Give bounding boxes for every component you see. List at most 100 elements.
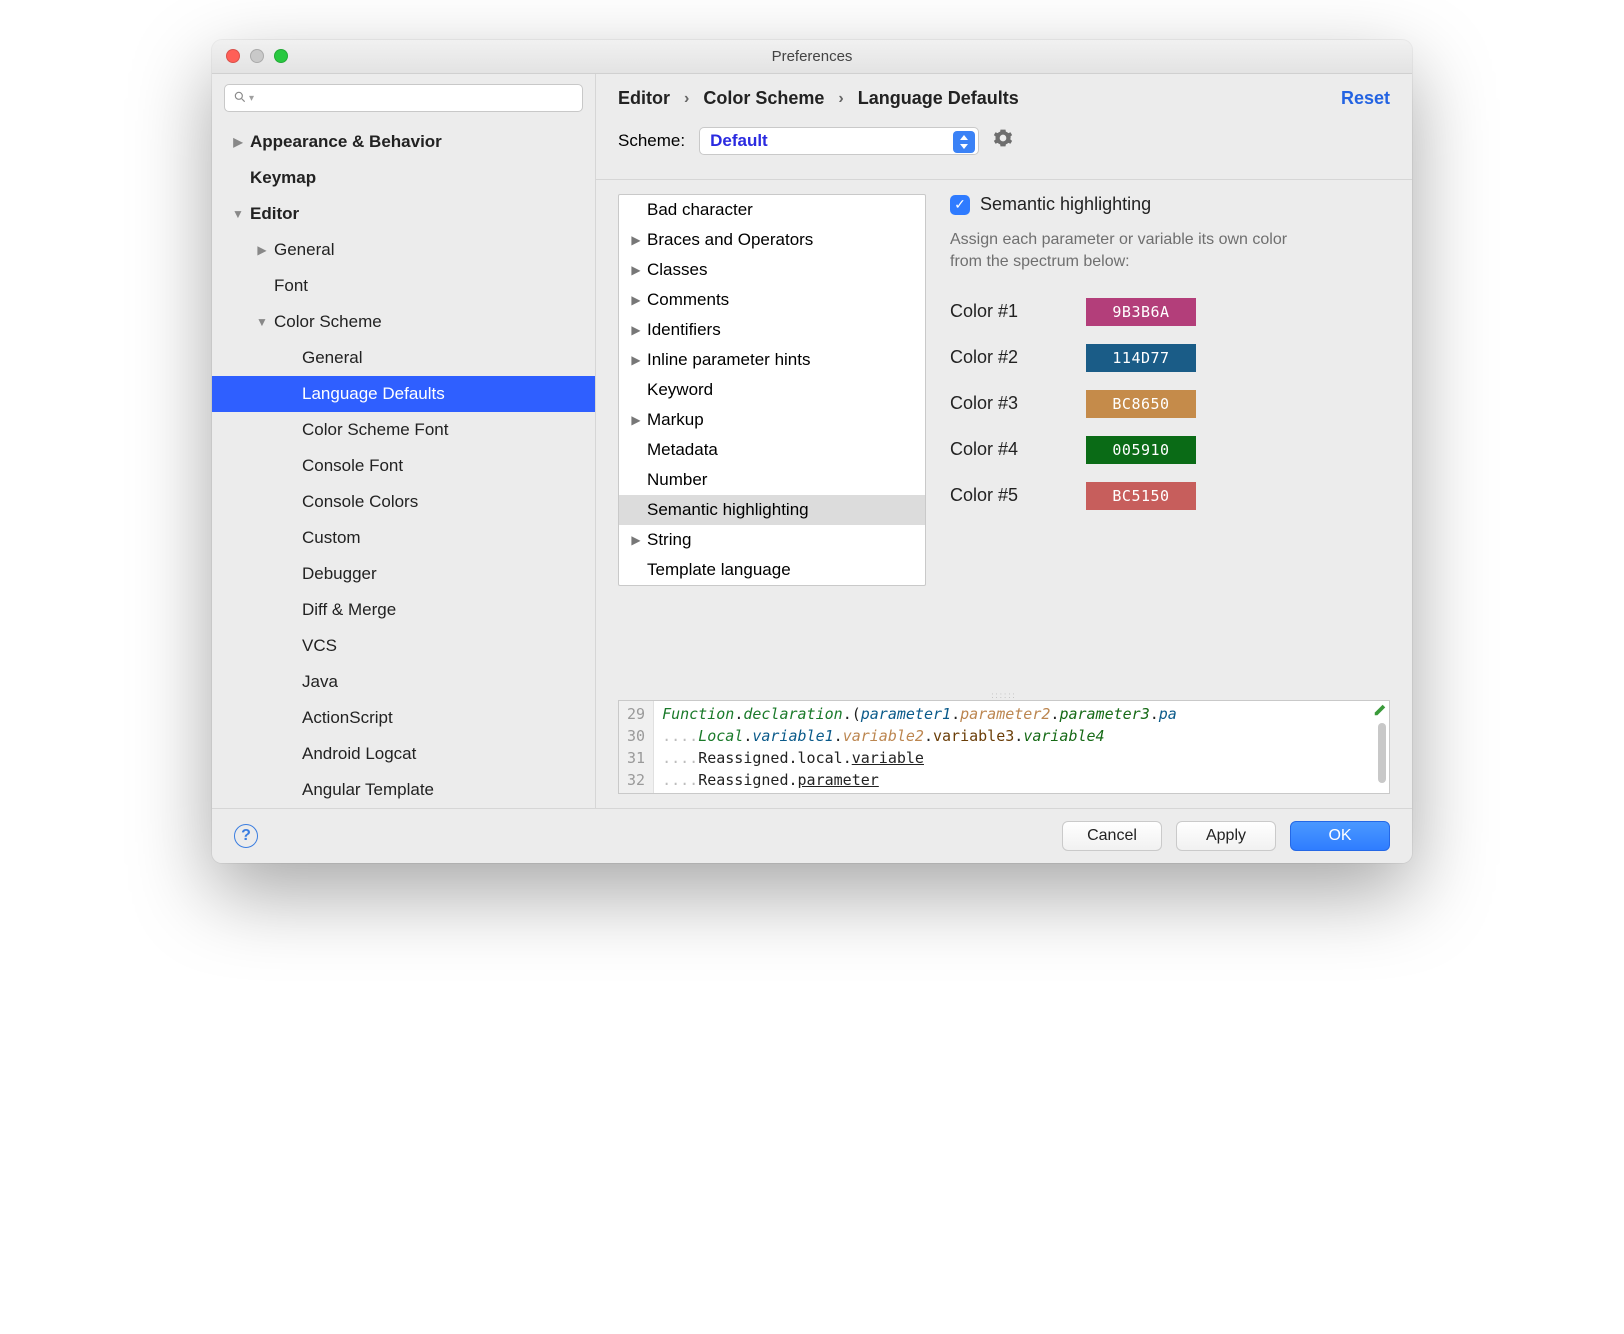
sidebar-item[interactable]: Language Defaults xyxy=(212,376,595,412)
sidebar-item-label: General xyxy=(298,348,362,368)
color-swatch[interactable]: 114D77 xyxy=(1086,344,1196,372)
sidebar-item[interactable]: ▼Color Scheme xyxy=(212,304,595,340)
chevron-down-icon: ▼ xyxy=(254,315,270,329)
crumb-color-scheme[interactable]: Color Scheme xyxy=(703,88,824,109)
category-item[interactable]: Number xyxy=(619,465,925,495)
color-label: Color #5 xyxy=(950,485,1060,506)
sidebar-item-label: Angular Template xyxy=(298,780,434,800)
ok-button[interactable]: OK xyxy=(1290,821,1390,851)
color-label: Color #1 xyxy=(950,301,1060,322)
chevron-right-icon: ▶ xyxy=(627,233,645,247)
chevron-right-icon: ▶ xyxy=(627,293,645,307)
cancel-button[interactable]: Cancel xyxy=(1062,821,1162,851)
sidebar-item[interactable]: Diff & Merge xyxy=(212,592,595,628)
updown-icon xyxy=(953,131,975,153)
category-item[interactable]: Metadata xyxy=(619,435,925,465)
edit-icon[interactable] xyxy=(1373,703,1387,717)
sidebar-item[interactable]: Keymap xyxy=(212,160,595,196)
color-row: Color #5 BC5150 xyxy=(950,482,1390,510)
code-area: Function.declaration.(parameter1.paramet… xyxy=(654,701,1389,793)
color-row: Color #1 9B3B6A xyxy=(950,298,1390,326)
search-icon xyxy=(233,90,247,107)
gutter: 29 30 31 32 xyxy=(619,701,654,793)
resize-handle[interactable]: :::::: xyxy=(618,690,1390,700)
sidebar-item-label: Diff & Merge xyxy=(298,600,396,620)
category-item[interactable]: ▶Comments xyxy=(619,285,925,315)
close-icon[interactable] xyxy=(226,49,240,63)
category-item[interactable]: Bad character xyxy=(619,195,925,225)
footer: ? Cancel Apply OK xyxy=(212,808,1412,863)
sidebar-item[interactable]: ▶General xyxy=(212,232,595,268)
chevron-down-icon: ▾ xyxy=(249,93,254,104)
sidebar-item[interactable]: VCS xyxy=(212,628,595,664)
sidebar-item[interactable]: Debugger xyxy=(212,556,595,592)
color-swatch[interactable]: 9B3B6A xyxy=(1086,298,1196,326)
sidebar-item-label: Appearance & Behavior xyxy=(246,132,442,152)
category-label: Classes xyxy=(645,260,707,280)
category-item[interactable]: Template language xyxy=(619,555,925,585)
chevron-right-icon: ▶ xyxy=(627,413,645,427)
category-label: Braces and Operators xyxy=(645,230,813,250)
category-label: Inline parameter hints xyxy=(645,350,810,370)
sidebar-item[interactable]: Java xyxy=(212,664,595,700)
minimize-icon[interactable] xyxy=(250,49,264,63)
breadcrumb: Editor › Color Scheme › Language Default… xyxy=(618,88,1390,109)
chevron-right-icon: › xyxy=(684,90,689,108)
search-input-field[interactable] xyxy=(256,90,574,106)
help-button[interactable]: ? xyxy=(234,824,258,848)
sidebar-item-label: Language Defaults xyxy=(298,384,445,404)
settings-panel: ✓ Semantic highlighting Assign each para… xyxy=(950,194,1390,690)
scrollbar[interactable] xyxy=(1378,723,1386,783)
color-swatch[interactable]: BC5150 xyxy=(1086,482,1196,510)
sidebar-item[interactable]: Font xyxy=(212,268,595,304)
category-item[interactable]: ▶String xyxy=(619,525,925,555)
apply-button[interactable]: Apply xyxy=(1176,821,1276,851)
category-label: String xyxy=(645,530,691,550)
color-label: Color #4 xyxy=(950,439,1060,460)
sidebar-item[interactable]: Color Scheme Font xyxy=(212,412,595,448)
color-swatch[interactable]: BC8650 xyxy=(1086,390,1196,418)
sidebar-item[interactable]: ActionScript xyxy=(212,700,595,736)
settings-tree[interactable]: ▶Appearance & BehaviorKeymap▼Editor▶Gene… xyxy=(212,118,595,808)
crumb-language-defaults[interactable]: Language Defaults xyxy=(858,88,1019,109)
sidebar-item[interactable]: ▶Appearance & Behavior xyxy=(212,124,595,160)
semantic-highlighting-checkbox[interactable]: ✓ xyxy=(950,195,970,215)
chevron-right-icon: ▶ xyxy=(627,533,645,547)
window-controls xyxy=(226,49,288,63)
category-list[interactable]: Bad character▶Braces and Operators▶Class… xyxy=(618,194,926,586)
sidebar: ▾ ▶Appearance & BehaviorKeymap▼Editor▶Ge… xyxy=(212,74,596,808)
category-item[interactable]: Keyword xyxy=(619,375,925,405)
sidebar-item[interactable]: ▼Editor xyxy=(212,196,595,232)
color-swatch[interactable]: 005910 xyxy=(1086,436,1196,464)
chevron-right-icon: ▶ xyxy=(254,243,270,257)
category-label: Comments xyxy=(645,290,729,310)
chevron-right-icon: ▶ xyxy=(627,353,645,367)
category-label: Markup xyxy=(645,410,704,430)
sidebar-item-label: VCS xyxy=(298,636,337,656)
window-title: Preferences xyxy=(772,48,853,65)
reset-link[interactable]: Reset xyxy=(1341,88,1390,109)
chevron-right-icon: › xyxy=(838,90,843,108)
crumb-editor[interactable]: Editor xyxy=(618,88,670,109)
gear-icon[interactable] xyxy=(993,128,1013,154)
zoom-icon[interactable] xyxy=(274,49,288,63)
sidebar-item-label: Custom xyxy=(298,528,361,548)
sidebar-item[interactable]: Custom xyxy=(212,520,595,556)
sidebar-item-label: Color Scheme Font xyxy=(298,420,448,440)
sidebar-item-label: Keymap xyxy=(246,168,316,188)
category-item[interactable]: Semantic highlighting xyxy=(619,495,925,525)
sidebar-item-label: Editor xyxy=(246,204,299,224)
category-item[interactable]: ▶Inline parameter hints xyxy=(619,345,925,375)
category-item[interactable]: ▶Markup xyxy=(619,405,925,435)
sidebar-item[interactable]: Angular Template xyxy=(212,772,595,808)
sidebar-item[interactable]: General xyxy=(212,340,595,376)
color-label: Color #3 xyxy=(950,393,1060,414)
category-item[interactable]: ▶Classes xyxy=(619,255,925,285)
search-input[interactable]: ▾ xyxy=(224,84,583,112)
scheme-select[interactable]: Default xyxy=(699,127,979,155)
sidebar-item[interactable]: Android Logcat xyxy=(212,736,595,772)
sidebar-item[interactable]: Console Colors xyxy=(212,484,595,520)
sidebar-item[interactable]: Console Font xyxy=(212,448,595,484)
category-item[interactable]: ▶Braces and Operators xyxy=(619,225,925,255)
category-item[interactable]: ▶Identifiers xyxy=(619,315,925,345)
